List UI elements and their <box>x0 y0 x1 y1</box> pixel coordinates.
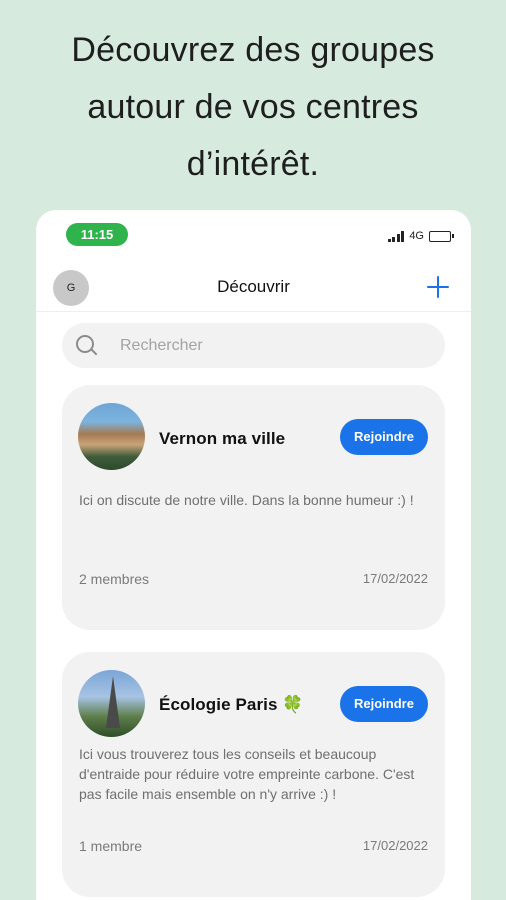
search-placeholder: Rechercher <box>120 337 203 354</box>
group-photo <box>78 670 145 737</box>
search-input[interactable]: Rechercher <box>62 323 445 368</box>
group-photo <box>78 403 145 470</box>
headline: Découvrez des groupes autour de vos cent… <box>0 22 506 193</box>
join-button[interactable]: Rejoindre <box>340 686 428 722</box>
signal-icon <box>387 230 405 242</box>
add-group-icon[interactable] <box>427 276 449 298</box>
group-date: 17/02/2022 <box>362 838 428 853</box>
search-icon <box>76 335 98 357</box>
headline-line-1: Découvrez des groupes <box>71 31 435 69</box>
page-title: Découvrir <box>217 277 290 296</box>
group-card[interactable]: Vernon ma ville Rejoindre Ici on discute… <box>62 385 445 630</box>
group-name: Écologie Paris 🍀 <box>159 695 304 714</box>
status-time: 11:15 <box>66 223 128 246</box>
join-button[interactable]: Rejoindre <box>340 419 428 455</box>
status-indicators: 4G <box>387 230 454 242</box>
member-count: 1 membre <box>79 838 143 854</box>
battery-icon <box>429 230 454 242</box>
group-description: Ici on discute de notre ville. Dans la b… <box>79 492 414 508</box>
nav-bar: G Découvrir <box>36 266 471 312</box>
group-card[interactable]: Écologie Paris 🍀 Rejoindre Ici vous trou… <box>62 652 445 897</box>
headline-line-2: autour de vos centres <box>87 88 419 126</box>
group-date: 17/02/2022 <box>362 571 428 586</box>
network-label: 4G <box>409 230 424 242</box>
headline-line-3: d’intérêt. <box>186 145 320 183</box>
member-count: 2 membres <box>79 571 150 587</box>
group-name: Vernon ma ville <box>159 429 286 448</box>
group-description: Ici vous trouverez tous les conseils et … <box>79 746 415 802</box>
status-bar: 11:15 4G <box>36 210 471 258</box>
phone-screen: 11:15 4G G Découvrir Rechercher Vernon m… <box>36 210 471 900</box>
